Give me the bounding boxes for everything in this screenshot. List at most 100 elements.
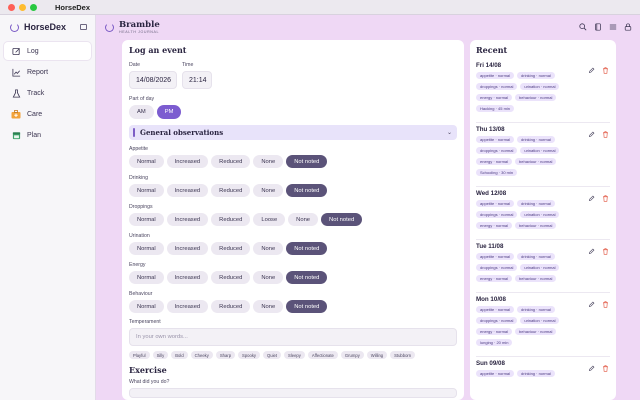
app-window: HorseDex HorseDex Log Report Track Care … — [0, 0, 640, 400]
entry-tag: energy · normal — [476, 275, 513, 282]
option-not-noted[interactable]: Not noted — [286, 242, 328, 255]
observation-options: Normal Increased Reduced Loose None Not … — [129, 213, 457, 226]
horse-title-block: Bramble HEALTH JOURNAL — [119, 20, 160, 33]
list-icon[interactable] — [608, 23, 617, 32]
edit-pencil-icon[interactable] — [588, 365, 595, 372]
option-reduced[interactable]: Reduced — [211, 300, 251, 313]
part-of-day-label: Part of day — [129, 96, 155, 102]
close-window-button[interactable] — [8, 3, 15, 11]
sidebar-toggle-icon[interactable] — [80, 24, 87, 30]
pm-chip[interactable]: PM — [156, 105, 182, 119]
option-not-noted[interactable]: Not noted — [286, 300, 328, 313]
temperament-chip[interactable]: Quiet — [263, 351, 282, 359]
temperament-chip[interactable]: Willing — [366, 351, 388, 359]
option-none[interactable]: None — [253, 184, 284, 197]
trash-icon[interactable] — [602, 195, 609, 202]
trash-icon[interactable] — [602, 131, 609, 138]
temperament-chip[interactable]: Playful — [129, 351, 150, 359]
search-icon[interactable] — [578, 23, 587, 32]
entry-actions — [588, 67, 609, 74]
temperament-chip[interactable]: Cheeky — [190, 351, 213, 359]
observation-behaviour: Behaviour Normal Increased Reduced None … — [129, 291, 457, 313]
temperament-chip[interactable]: Grumpy — [340, 351, 364, 359]
option-reduced[interactable]: Reduced — [211, 213, 251, 226]
option-reduced[interactable]: Reduced — [211, 184, 251, 197]
recent-entry[interactable]: Sun 09/08 appetite · normal drinking · n… — [476, 357, 610, 387]
option-increased[interactable]: Increased — [166, 300, 209, 313]
recent-entry[interactable]: Wed 12/08 appetite · normal drinking · n… — [476, 187, 610, 240]
exercise-input[interactable] — [129, 388, 457, 398]
sidebar-item-care[interactable]: Care — [4, 105, 91, 123]
minimize-window-button[interactable] — [19, 3, 26, 11]
section-accent-bar — [133, 128, 135, 137]
entry-tag: appetite · normal — [476, 370, 515, 377]
date-input[interactable]: 14/08/2026 — [129, 71, 177, 89]
option-none[interactable]: None — [253, 271, 284, 284]
edit-pencil-icon[interactable] — [588, 131, 595, 138]
sidebar-item-track[interactable]: Track — [4, 84, 91, 102]
chevron-down-icon: ⌄ — [446, 130, 452, 136]
option-reduced[interactable]: Reduced — [211, 155, 251, 168]
temperament-chip[interactable]: Sleepy — [284, 351, 305, 359]
entry-actions — [588, 195, 609, 202]
temperament-chip[interactable]: Silly — [152, 351, 169, 359]
trash-icon[interactable] — [602, 301, 609, 308]
option-none[interactable]: None — [253, 155, 284, 168]
option-normal[interactable]: Normal — [129, 155, 164, 168]
observation-label: Energy — [129, 262, 146, 268]
edit-pencil-icon[interactable] — [588, 67, 595, 74]
option-normal[interactable]: Normal — [129, 184, 164, 197]
option-not-noted[interactable]: Not noted — [286, 184, 328, 197]
recent-entry[interactable]: Thu 13/08 appetite · normal drinking · n… — [476, 123, 610, 187]
option-increased[interactable]: Increased — [166, 184, 209, 197]
option-loose[interactable]: Loose — [253, 213, 286, 226]
option-none[interactable]: None — [253, 242, 284, 255]
recent-entry[interactable]: Fri 14/08 appetite · normal drinking · n… — [476, 59, 610, 123]
recent-entry[interactable]: Mon 10/08 appetite · normal drinking · n… — [476, 293, 610, 357]
temperament-chip[interactable]: Bold — [171, 351, 188, 359]
temperament-chip[interactable]: Sharp — [215, 351, 236, 359]
entry-tags: appetite · normal drinking · normal drop… — [476, 200, 580, 233]
temperament-chip[interactable]: Spooky — [238, 351, 261, 359]
recent-entry[interactable]: Tue 11/08 appetite · normal drinking · n… — [476, 240, 610, 293]
option-increased[interactable]: Increased — [166, 242, 209, 255]
edit-pencil-icon[interactable] — [588, 195, 595, 202]
entry-tag: behaviour · normal — [515, 222, 557, 229]
sidebar-item-plan[interactable]: Plan — [4, 126, 91, 144]
sidebar-item-log[interactable]: Log — [4, 42, 91, 60]
general-observations-header[interactable]: General observations ⌄ — [129, 125, 457, 140]
maximize-window-button[interactable] — [30, 3, 37, 11]
book-icon[interactable] — [593, 23, 602, 32]
trash-icon[interactable] — [602, 365, 609, 372]
time-input[interactable]: 21:14 — [182, 71, 212, 89]
option-normal[interactable]: Normal — [129, 242, 164, 255]
option-increased[interactable]: Increased — [166, 213, 209, 226]
option-none[interactable]: None — [288, 213, 319, 226]
option-reduced[interactable]: Reduced — [211, 242, 251, 255]
temperament-chip[interactable]: Affectionate — [307, 351, 338, 359]
trash-icon[interactable] — [602, 248, 609, 255]
option-increased[interactable]: Increased — [166, 155, 209, 168]
option-normal[interactable]: Normal — [129, 300, 164, 313]
option-not-noted[interactable]: Not noted — [286, 155, 328, 168]
observation-appetite: Appetite Normal Increased Reduced None N… — [129, 146, 457, 168]
option-normal[interactable]: Normal — [129, 271, 164, 284]
am-chip[interactable]: AM — [129, 105, 154, 119]
option-increased[interactable]: Increased — [166, 271, 209, 284]
temperament-chip[interactable]: Stubborn — [390, 351, 416, 359]
log-heading: Log an event — [129, 45, 187, 55]
option-none[interactable]: None — [253, 300, 284, 313]
option-not-noted[interactable]: Not noted — [321, 213, 363, 226]
option-normal[interactable]: Normal — [129, 213, 164, 226]
sidebar-item-report[interactable]: Report — [4, 63, 91, 81]
trash-icon[interactable] — [602, 67, 609, 74]
option-not-noted[interactable]: Not noted — [286, 271, 328, 284]
lock-icon[interactable] — [623, 23, 632, 32]
edit-pencil-icon[interactable] — [588, 301, 595, 308]
temperament-input[interactable]: In your own words... — [129, 328, 457, 346]
entry-tag: urination · normal — [520, 147, 560, 154]
option-reduced[interactable]: Reduced — [211, 271, 251, 284]
entry-tag: drinking · normal — [517, 136, 555, 143]
edit-pencil-icon[interactable] — [588, 248, 595, 255]
observation-drinking: Drinking Normal Increased Reduced None N… — [129, 175, 457, 197]
